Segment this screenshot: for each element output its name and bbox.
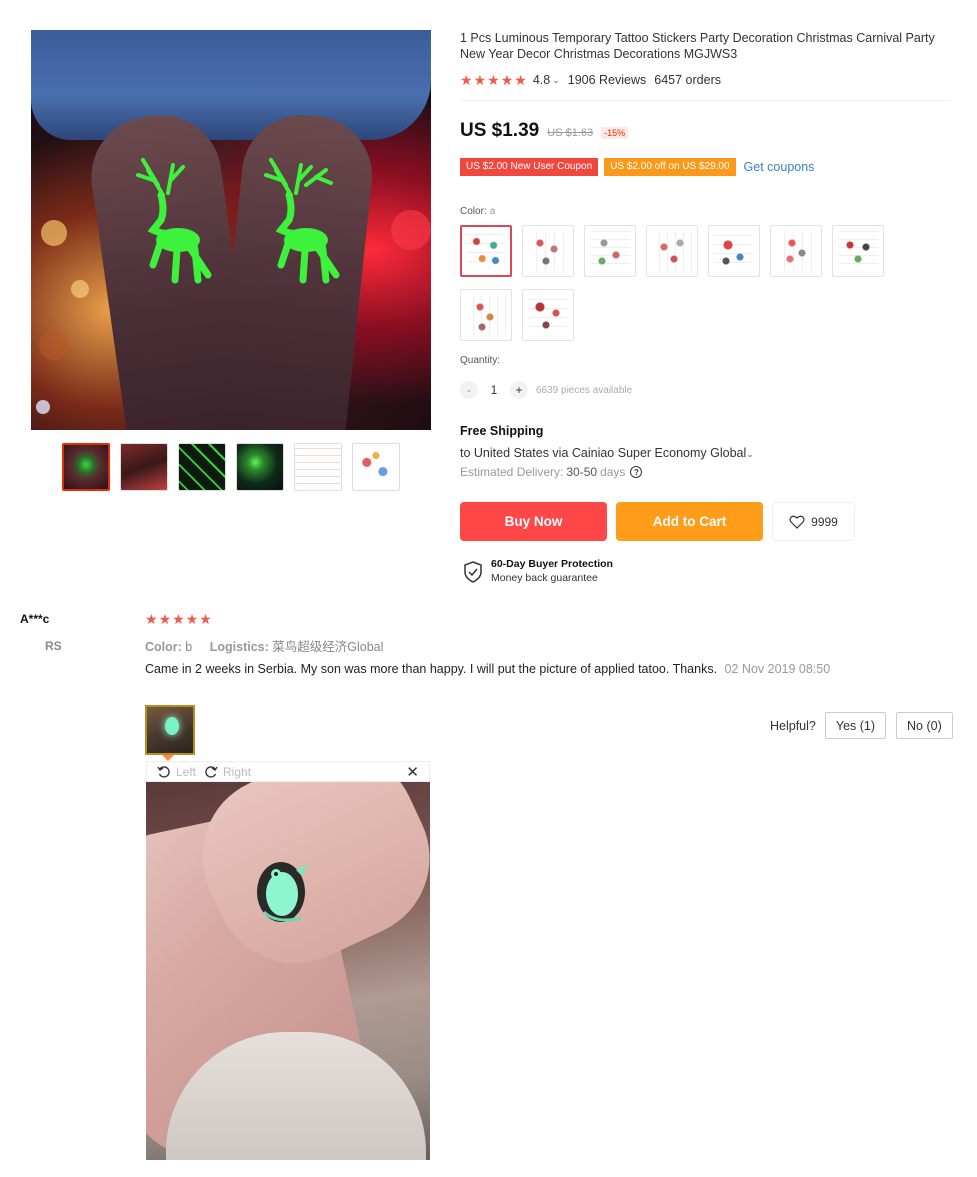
rotate-left-icon (157, 765, 170, 778)
shield-check-icon (464, 561, 482, 583)
rotate-right-button[interactable]: Right (204, 765, 251, 779)
color-label: Color: a (460, 206, 495, 217)
star-icon: ★ (199, 611, 212, 627)
review-body: Came in 2 weeks in Serbia. My son was mo… (145, 662, 718, 676)
thumbnail-6[interactable] (352, 443, 400, 491)
product-title: 1 Pcs Luminous Temporary Tattoo Stickers… (460, 31, 935, 61)
rotate-right-icon (205, 765, 218, 778)
helpful-yes-button[interactable]: Yes (1) (824, 712, 887, 739)
rotate-right-label: Right (223, 764, 252, 779)
quantity-decrease-button[interactable]: - (460, 381, 478, 399)
thumbnail-1[interactable] (62, 443, 110, 491)
new-user-coupon[interactable]: US $2.00 New User Coupon (460, 158, 599, 176)
chevron-down-icon[interactable]: ⌄ (746, 449, 754, 459)
color-swatch-h[interactable] (460, 289, 512, 341)
delivery-days: 30-50 (566, 465, 598, 479)
star-icon: ★ (145, 611, 158, 627)
deer-tattoo-icon (136, 158, 212, 284)
shipping-method-text[interactable]: to United States via Cainiao Super Econo… (460, 446, 746, 460)
rotate-left-label: Left (176, 764, 197, 779)
reviewer-name: A***c (20, 612, 50, 626)
review-date: 02 Nov 2019 08:50 (724, 662, 831, 676)
rotate-left-button[interactable]: Left (157, 765, 196, 779)
shipping-method[interactable]: to United States via Cainiao Super Econo… (460, 446, 754, 460)
protection-title: 60-Day Buyer Protection (491, 558, 613, 570)
helpful-controls: Helpful? Yes (1) No (0) (770, 712, 963, 739)
thumbnail-strip (62, 443, 400, 491)
quantity-label: Quantity: (460, 355, 501, 366)
add-to-cart-button[interactable]: Add to Cart (616, 502, 763, 541)
shipping-title: Free Shipping (460, 424, 544, 438)
orders-count: 6457 orders (654, 73, 721, 87)
stock-available: 6639 pieces available (536, 384, 633, 396)
price-row: US $1.39 US $1.63 -15% (460, 120, 629, 142)
quantity-input[interactable]: 1 (482, 383, 506, 397)
star-icon: ★ (185, 611, 199, 627)
reviewer-country: RS (45, 639, 62, 653)
review-text: Came in 2 weeks in Serbia. My son was mo… (145, 660, 865, 678)
help-icon[interactable]: ? (630, 466, 643, 478)
rating-row: ★ ★ ★ ★ ★ 4.8 ⌄ 1906 Reviews 6457 orders (460, 72, 721, 88)
thumbnail-2[interactable] (120, 443, 168, 491)
review-meta: Color: b Logistics: 菜鸟超级经济Global (145, 636, 383, 655)
protection-subtitle: Money back guarantee (491, 572, 598, 584)
delivery-unit: days (600, 465, 626, 479)
heart-icon (789, 515, 805, 529)
review-photo-thumbnail[interactable] (145, 705, 195, 755)
color-swatches (460, 225, 900, 341)
color-label-text: Color: (460, 206, 487, 217)
wishlist-button[interactable]: 9999 (772, 502, 855, 541)
reviews-link[interactable]: 1906 Reviews (568, 73, 647, 87)
quantity-stepper: - 1 + 6639 pieces available (460, 381, 632, 399)
color-swatch-g[interactable] (832, 225, 884, 277)
buy-now-button[interactable]: Buy Now (460, 502, 607, 541)
buyer-protection: 60-Day Buyer Protection Money back guara… (463, 558, 613, 584)
star-icon: ★ (473, 72, 487, 88)
thumbnail-3[interactable] (178, 443, 226, 491)
helpful-no-button[interactable]: No (0) (896, 712, 953, 739)
thumbnail-4[interactable] (236, 443, 284, 491)
store-coupon[interactable]: US $2.00 off on US $29.00 (604, 158, 736, 176)
star-icon: ★ (158, 611, 172, 627)
coupon-row: US $2.00 New User Coupon US $2.00 off on… (460, 158, 814, 176)
rating-stars: ★ ★ ★ ★ ★ (460, 73, 527, 87)
star-icon: ★ (487, 72, 500, 88)
rating-score[interactable]: 4.8 (533, 73, 550, 87)
star-icon: ★ (500, 72, 514, 88)
color-swatch-d[interactable] (646, 225, 698, 277)
penguin-tattoo-icon (257, 862, 308, 922)
color-selected-value: a (489, 206, 496, 217)
current-price: US $1.39 (460, 120, 540, 141)
review-stars: ★ ★ ★ ★ ★ (145, 612, 212, 626)
color-swatch-b[interactable] (522, 225, 574, 277)
star-icon: ★ (460, 72, 473, 88)
color-swatch-c[interactable] (584, 225, 636, 277)
review-logistics-label: Logistics: (209, 640, 269, 654)
color-swatch-f[interactable] (770, 225, 822, 277)
quantity-increase-button[interactable]: + (510, 381, 528, 399)
star-icon: ★ (172, 611, 185, 627)
delivery-label: Estimated Delivery: (460, 465, 564, 479)
get-coupons-link[interactable]: Get coupons (744, 160, 815, 174)
main-product-image[interactable] (31, 30, 431, 430)
helpful-label: Helpful? (770, 718, 816, 733)
wishlist-count: 9999 (811, 514, 838, 529)
estimated-delivery: Estimated Delivery: 30-50 days ? (460, 465, 643, 479)
thumbnail-5[interactable] (294, 443, 342, 491)
color-swatch-e[interactable] (708, 225, 760, 277)
review-photo-large[interactable] (146, 782, 430, 1160)
chevron-down-icon[interactable]: ⌄ (552, 75, 560, 86)
review-color-value: b (185, 640, 193, 654)
divider (460, 100, 950, 101)
review-color-label: Color: (145, 640, 182, 654)
color-swatch-i[interactable] (522, 289, 574, 341)
discount-badge: -15% (601, 127, 629, 139)
star-icon: ★ (514, 72, 527, 88)
original-price: US $1.63 (547, 127, 594, 139)
close-icon[interactable]: ✕ (406, 763, 419, 781)
color-swatch-a[interactable] (460, 225, 512, 277)
review-logistics-value: 菜鸟超级经济Global (272, 640, 384, 654)
deer-tattoo-icon (264, 158, 340, 284)
photo-viewer-toolbar: Left Right ✕ (146, 761, 430, 782)
